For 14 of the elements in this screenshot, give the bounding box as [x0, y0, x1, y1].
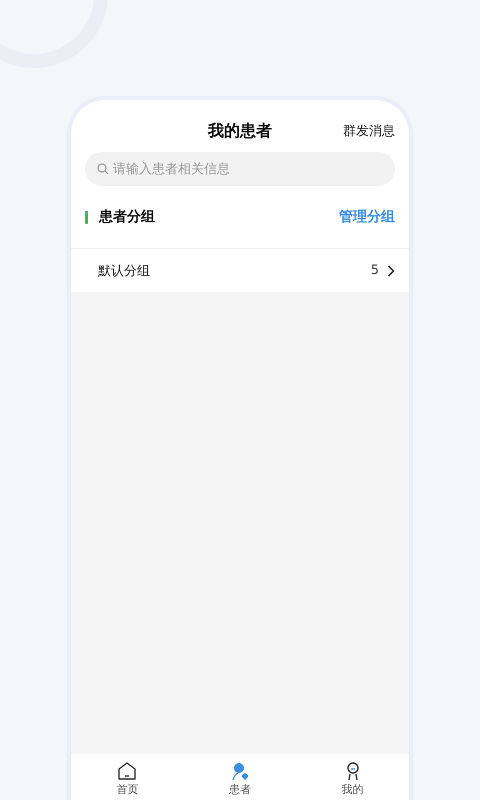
broadcast-link[interactable]: 群发消息 — [335, 122, 395, 140]
group-count: 5 — [370, 263, 379, 278]
chevron-icon — [387, 264, 395, 276]
tab[interactable]: 患者 — [184, 754, 296, 800]
page-title: 我的患者 — [206, 120, 273, 142]
house-icon — [116, 760, 138, 782]
tab[interactable]: 我的 — [296, 754, 409, 800]
group-name: 默认分组 — [98, 262, 151, 280]
accent-bar — [85, 210, 88, 224]
section-title: 患者分组 — [99, 208, 156, 226]
search-icon — [97, 163, 109, 175]
search-field[interactable]: 请输入患者相关信息 — [85, 152, 395, 186]
tab[interactable]: 首页 — [71, 754, 184, 800]
group-row[interactable]: 默认分组 5 — [71, 249, 409, 292]
